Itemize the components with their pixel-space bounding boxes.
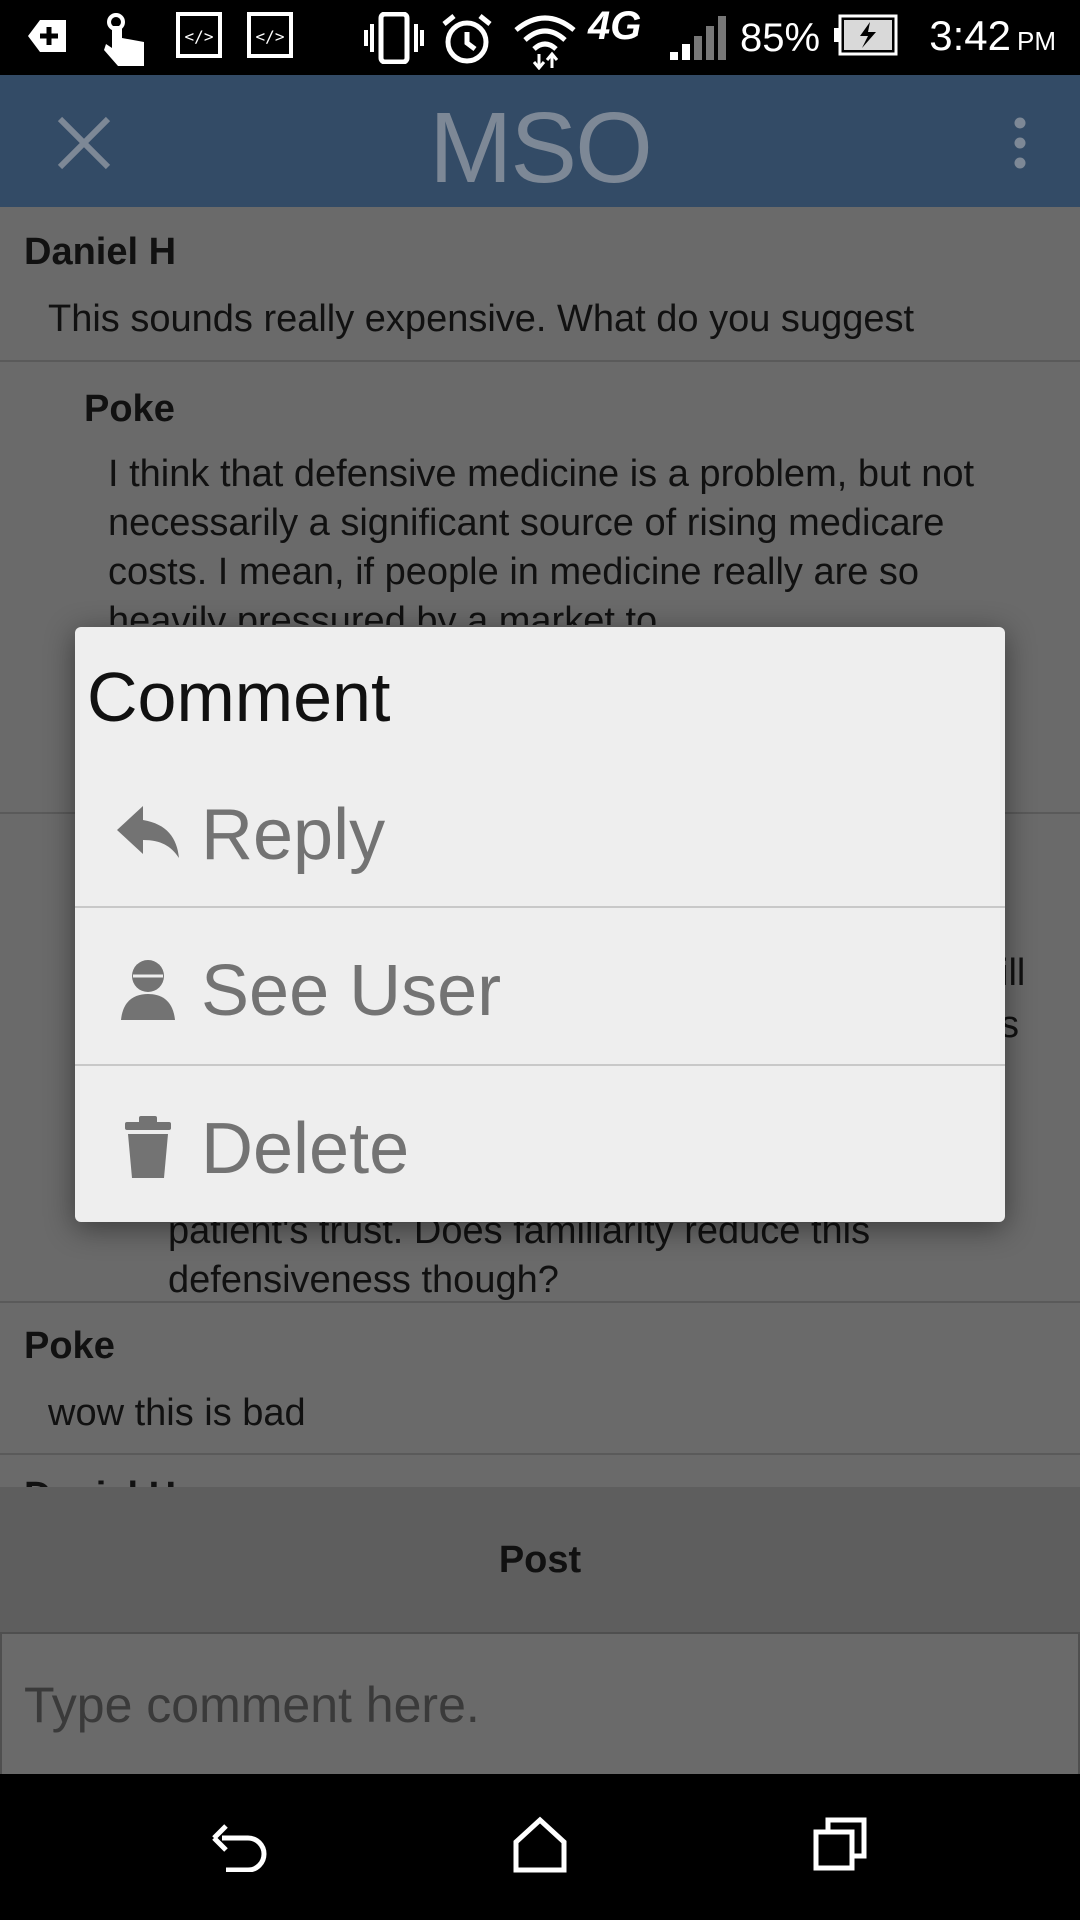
battery-percent: 85%	[740, 16, 821, 60]
code-icon: </>	[176, 12, 222, 58]
status-bar: </> </> 4G 85% 3:42 PM	[0, 0, 1080, 75]
navigation-bar	[0, 1774, 1080, 1920]
user-icon	[121, 960, 175, 1020]
app-title: MSO	[429, 92, 653, 204]
comment-item[interactable]: Poke wow this is bad	[0, 1303, 1080, 1455]
touch-icon	[104, 13, 144, 66]
wifi-icon	[514, 15, 576, 70]
comment-dialog: Comment Reply See User Delete	[75, 627, 1005, 1222]
comment-author: Poke	[24, 1325, 115, 1367]
home-icon[interactable]	[512, 1816, 568, 1874]
delete-label: Delete	[201, 1109, 410, 1189]
signal-icon	[670, 16, 726, 60]
alarm-icon	[442, 14, 492, 64]
delete-button[interactable]: Delete	[75, 1064, 1005, 1222]
comment-text: wow this is bad	[48, 1392, 306, 1434]
svg-text:</>: </>	[185, 27, 214, 46]
back-icon[interactable]	[212, 1820, 268, 1872]
comment-input-placeholder: Type comment here.	[24, 1677, 480, 1733]
code-icon: </>	[247, 12, 293, 58]
app-bar: MSO	[0, 75, 1080, 207]
comment-input[interactable]: Type comment here.	[0, 1632, 1080, 1776]
post-bar: Post	[0, 1487, 1080, 1632]
comment-text: I think that defensive medicine is a pro…	[108, 453, 975, 625]
comment-author: Daniel H	[24, 231, 177, 273]
see-user-label: See User	[201, 951, 502, 1031]
recents-icon[interactable]	[812, 1816, 868, 1872]
reply-icon	[117, 806, 179, 858]
clock: 3:42 PM	[929, 12, 1056, 59]
more-vertical-icon[interactable]	[1012, 117, 1028, 169]
comment-item[interactable]: Daniel H This sounds really expensive. W…	[0, 207, 1080, 362]
battery-charging-icon	[834, 14, 898, 56]
svg-text:</>: </>	[256, 27, 285, 46]
vibrate-icon	[364, 12, 424, 64]
add-icon	[28, 20, 66, 52]
post-button[interactable]: Post	[0, 1539, 1080, 1582]
comment-author: Poke	[84, 388, 175, 430]
network-type: 4G	[588, 4, 642, 48]
see-user-button[interactable]: See User	[75, 906, 1005, 1066]
reply-label: Reply	[201, 795, 386, 875]
comment-text: This sounds really expensive. What do yo…	[48, 298, 915, 340]
reply-button[interactable]: Reply	[75, 752, 1005, 910]
trash-icon	[125, 1116, 171, 1178]
dialog-title: Comment	[87, 658, 391, 736]
